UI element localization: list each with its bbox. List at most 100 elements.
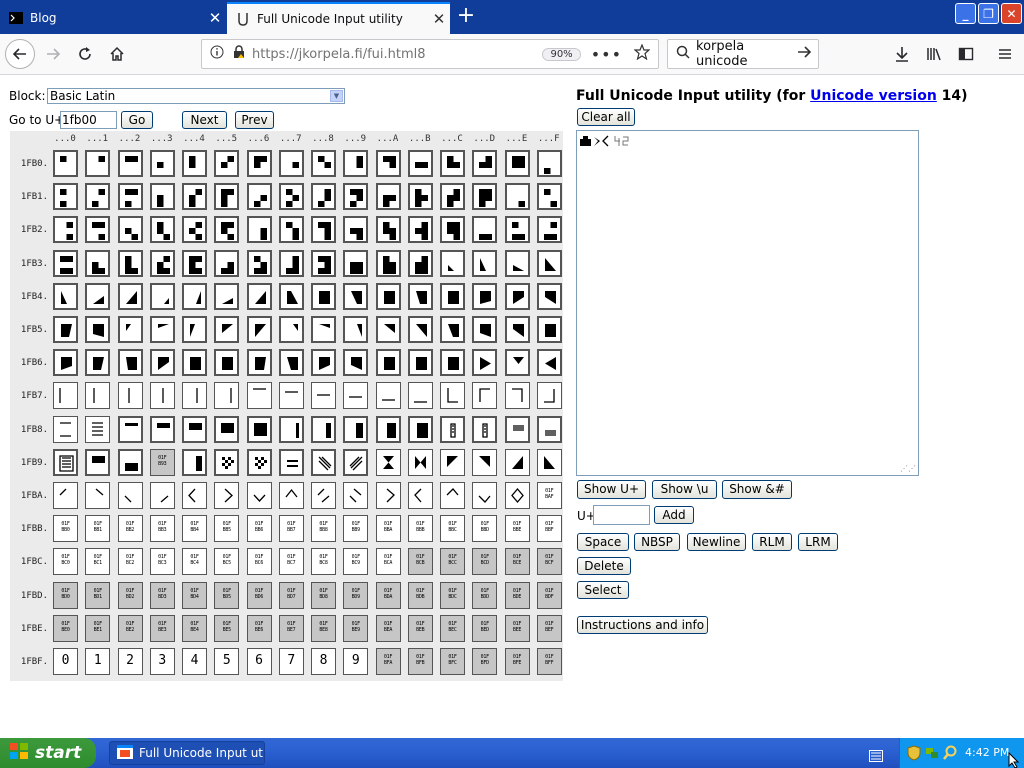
char-cell[interactable]	[278, 183, 304, 211]
char-cell[interactable]	[278, 448, 304, 476]
char-cell[interactable]	[182, 249, 207, 277]
char-cell[interactable]: 01F BC5	[214, 548, 240, 576]
char-cell[interactable]	[375, 316, 401, 343]
char-cell[interactable]	[375, 150, 401, 177]
char-cell[interactable]: 01F BBE	[504, 515, 530, 543]
char-cell[interactable]	[182, 415, 207, 443]
window-close-button[interactable]: ✕	[1001, 3, 1022, 24]
char-cell[interactable]	[407, 183, 433, 211]
char-cell[interactable]	[85, 282, 111, 310]
info-icon[interactable]	[210, 45, 224, 63]
char-cell[interactable]: 01F BB9	[343, 515, 369, 543]
char-cell[interactable]	[149, 316, 175, 343]
char-cell[interactable]	[375, 216, 401, 244]
char-cell[interactable]	[117, 448, 143, 476]
char-cell[interactable]: 01F BB8	[311, 515, 336, 543]
char-cell[interactable]: 01F BC0	[53, 548, 78, 576]
char-cell[interactable]: 0	[53, 648, 78, 675]
insecure-lock-icon[interactable]	[232, 45, 246, 63]
char-cell[interactable]	[504, 150, 530, 177]
block-select[interactable]: Basic Latin ▼	[47, 88, 345, 104]
char-cell[interactable]: 2	[117, 648, 143, 675]
char-cell[interactable]: 01F B93	[149, 448, 175, 476]
menu-button[interactable]	[990, 39, 1020, 69]
char-cell[interactable]	[440, 316, 465, 343]
char-cell[interactable]: 01F BB7	[278, 515, 304, 543]
char-cell[interactable]	[343, 150, 369, 177]
char-cell[interactable]	[214, 349, 240, 377]
char-cell[interactable]	[311, 183, 336, 211]
go-button[interactable]: Go	[121, 111, 153, 129]
char-cell[interactable]	[375, 448, 401, 476]
library-button[interactable]	[919, 39, 949, 69]
char-cell[interactable]	[440, 150, 465, 177]
restore-button[interactable]: ❐	[978, 3, 999, 24]
char-cell[interactable]	[53, 482, 78, 509]
char-cell[interactable]	[343, 382, 369, 410]
char-cell[interactable]	[504, 482, 530, 509]
char-cell[interactable]	[375, 282, 401, 310]
char-cell[interactable]	[504, 249, 530, 277]
char-cell[interactable]: 3	[149, 648, 175, 675]
char-cell[interactable]: 01F BAF	[536, 482, 562, 509]
char-cell[interactable]: 01F BE5	[214, 614, 240, 642]
char-cell[interactable]: 01F BDD	[472, 581, 498, 609]
char-cell[interactable]: 01F BFE	[504, 648, 530, 675]
char-cell[interactable]: 01F BDA	[375, 581, 401, 609]
char-cell[interactable]	[246, 249, 272, 277]
magnifier-icon[interactable]	[943, 745, 957, 764]
char-cell[interactable]: 01F BE0	[53, 614, 78, 642]
char-cell[interactable]	[182, 282, 207, 310]
char-cell[interactable]	[149, 382, 175, 410]
prev-button[interactable]: Prev	[235, 111, 274, 129]
char-cell[interactable]	[182, 382, 207, 410]
char-cell[interactable]	[504, 448, 530, 476]
char-cell[interactable]	[246, 349, 272, 377]
char-cell[interactable]: 01F BCC	[440, 548, 465, 576]
forward-button[interactable]	[38, 39, 68, 69]
char-cell[interactable]	[182, 349, 207, 377]
char-cell[interactable]: 01F BB2	[117, 515, 143, 543]
char-cell[interactable]	[53, 316, 78, 343]
char-cell[interactable]	[214, 482, 240, 509]
char-cell[interactable]	[440, 448, 465, 476]
char-cell[interactable]	[440, 249, 465, 277]
char-cell[interactable]: 1	[85, 648, 111, 675]
char-cell[interactable]	[85, 316, 111, 343]
char-cell[interactable]	[407, 382, 433, 410]
char-cell[interactable]	[440, 415, 465, 443]
char-cell[interactable]	[440, 282, 465, 310]
char-cell[interactable]: 01F BE9	[343, 614, 369, 642]
char-cell[interactable]: 01F BFB	[407, 648, 433, 675]
text-area[interactable]: ⋰⋰	[576, 130, 919, 476]
char-cell[interactable]	[85, 448, 111, 476]
char-cell[interactable]	[278, 150, 304, 177]
char-cell[interactable]	[536, 415, 562, 443]
char-cell[interactable]	[85, 349, 111, 377]
char-cell[interactable]	[311, 282, 336, 310]
char-cell[interactable]: 01F BB4	[182, 515, 207, 543]
char-cell[interactable]	[407, 150, 433, 177]
char-cell[interactable]	[311, 482, 336, 509]
char-cell[interactable]	[343, 482, 369, 509]
newline-button[interactable]: Newline	[687, 533, 746, 551]
char-cell[interactable]: 01F BDB	[407, 581, 433, 609]
char-cell[interactable]	[407, 482, 433, 509]
char-cell[interactable]	[53, 150, 78, 177]
char-cell[interactable]	[311, 216, 336, 244]
char-cell[interactable]	[182, 316, 207, 343]
char-cell[interactable]	[343, 249, 369, 277]
char-cell[interactable]	[53, 415, 78, 443]
char-cell[interactable]	[311, 382, 336, 410]
clear-all-button[interactable]: Clear all	[577, 108, 635, 126]
char-cell[interactable]	[53, 349, 78, 377]
char-cell[interactable]: 01F BC9	[343, 548, 369, 576]
char-cell[interactable]	[472, 216, 498, 244]
char-cell[interactable]	[117, 382, 143, 410]
char-cell[interactable]	[278, 349, 304, 377]
char-cell[interactable]	[343, 448, 369, 476]
char-cell[interactable]: 01F BE8	[311, 614, 336, 642]
char-cell[interactable]	[472, 415, 498, 443]
char-cell[interactable]: 6	[246, 648, 272, 675]
char-cell[interactable]	[536, 216, 562, 244]
